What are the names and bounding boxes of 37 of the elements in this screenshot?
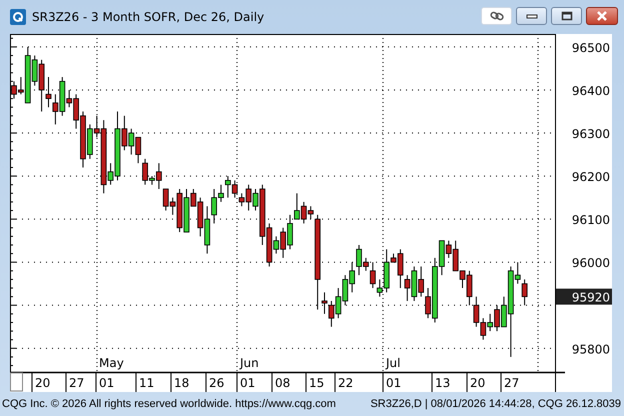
date-label: 01 xyxy=(386,376,402,390)
date-label: 20 xyxy=(35,376,50,390)
date-label: 13 xyxy=(435,376,450,390)
price-label: 96400 xyxy=(572,84,610,98)
price-label: 96100 xyxy=(572,213,610,228)
date-label: 15 xyxy=(309,376,324,390)
month-label: Jun xyxy=(240,356,259,370)
price-label: 96300 xyxy=(572,127,610,142)
link-icon xyxy=(490,11,504,21)
minimize-button[interactable] xyxy=(516,7,547,25)
month-label: May xyxy=(99,356,124,370)
date-label: 22 xyxy=(338,376,354,390)
price-label: 95800 xyxy=(572,342,610,356)
minimize-icon xyxy=(526,13,538,19)
last-price-marker: 95920 xyxy=(556,288,612,305)
date-label: 01 xyxy=(240,376,256,390)
close-button[interactable] xyxy=(586,7,618,25)
date-label: 18 xyxy=(174,376,190,390)
status-info: SR3Z26,D | 08/01/2026 14:44:28, CQG 26.12.8039 xyxy=(370,398,621,410)
app-icon xyxy=(10,9,26,25)
date-label: 27 xyxy=(504,376,520,390)
month-label: Jul xyxy=(386,356,400,370)
maximize-button[interactable] xyxy=(551,7,582,25)
price-label: 96500 xyxy=(572,40,610,55)
copyright-text: CQG Inc. © 2026 All rights reserved worldwide. https://www.cqg.com xyxy=(2,398,336,410)
link-button[interactable] xyxy=(481,7,512,25)
close-icon xyxy=(596,11,608,21)
date-label: 26 xyxy=(209,376,224,390)
date-label: 20 xyxy=(470,376,486,390)
price-label: 96200 xyxy=(572,170,610,184)
date-label: 11 xyxy=(139,376,154,390)
window-title: SR3Z26 - 3 Month SOFR, Dec 26, Daily xyxy=(32,10,264,24)
price-label: 96000 xyxy=(572,256,610,270)
date-label: 01 xyxy=(99,376,114,390)
date-label: 08 xyxy=(275,376,290,390)
date-label: 27 xyxy=(69,376,84,390)
maximize-icon xyxy=(560,11,572,21)
